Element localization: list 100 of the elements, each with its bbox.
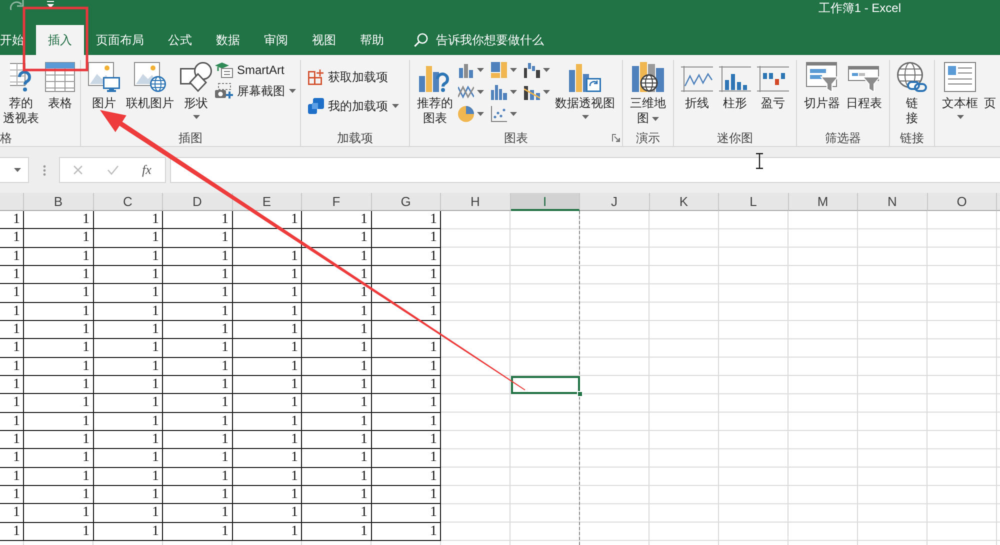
column-header[interactable]: B <box>24 193 94 211</box>
sheet-cell: 1 <box>0 468 24 486</box>
win-loss-icon <box>757 66 789 92</box>
insert-function-button[interactable]: fx <box>140 162 154 178</box>
search-field[interactable]: 告诉我你想要做什么 <box>436 31 558 49</box>
timeline-button[interactable]: 日程表 <box>843 60 885 129</box>
sheet-cell: 1 <box>372 430 441 450</box>
scatter-chart-button[interactable] <box>491 105 517 122</box>
my-add-ins-button[interactable]: 我的加载项 <box>308 95 399 117</box>
waterfall-chart-button[interactable] <box>524 61 550 78</box>
shapes-button[interactable]: 形状 <box>177 60 215 129</box>
sheet-cell: 1 <box>372 394 441 413</box>
sheet-cell: 1 <box>94 412 163 431</box>
sheet-cell: 1 <box>163 284 232 303</box>
active-cell[interactable] <box>510 376 580 394</box>
sheet-cell: 1 <box>302 486 372 504</box>
ribbon-tab[interactable]: 开始 <box>0 25 36 55</box>
group-label: 格 <box>0 130 12 144</box>
pie-chart-button[interactable] <box>458 105 484 122</box>
win-loss-button[interactable]: 盈亏 <box>754 60 792 129</box>
column-header[interactable]: H <box>441 193 510 211</box>
column-header[interactable]: C <box>94 193 163 211</box>
redo-icon[interactable] <box>9 0 25 10</box>
dialog-launcher-icon[interactable] <box>612 134 620 142</box>
fill-handle[interactable] <box>577 391 583 398</box>
histogram-chart-icon <box>491 84 507 100</box>
table-button[interactable]: 表格 <box>42 60 78 129</box>
sheet-cell: 1 <box>24 376 94 394</box>
sheet-cell: 1 <box>0 504 24 523</box>
column-header[interactable]: J <box>580 193 650 211</box>
sheet-cell: 1 <box>302 211 372 230</box>
sheet-cell: 1 <box>232 430 302 450</box>
column-chart-button[interactable] <box>458 61 484 78</box>
column-header[interactable]: M <box>788 193 858 211</box>
sheet-cell: 1 <box>232 412 302 431</box>
smartart-icon <box>215 62 233 78</box>
ribbon-tab[interactable]: 审阅 <box>252 25 300 55</box>
sheet-cell: 1 <box>372 468 441 486</box>
sheet-cell: 1 <box>24 486 94 504</box>
sheet-cell: 1 <box>24 248 94 266</box>
scatter-chart-icon <box>491 106 507 122</box>
smartart-button[interactable]: SmartArt <box>215 60 296 80</box>
treemap-chart-button[interactable] <box>491 61 517 78</box>
sheet-cell: 1 <box>372 504 441 523</box>
caret-icon <box>477 112 484 116</box>
sheet-cell: 1 <box>232 504 302 523</box>
link-button[interactable]: 链 接 <box>894 60 930 129</box>
slicer-button[interactable]: 切片器 <box>801 60 843 129</box>
sheet-cell: 1 <box>94 430 163 450</box>
statistic-chart-button[interactable] <box>491 83 517 100</box>
header-button[interactable]: 页 <box>981 60 999 129</box>
3d-map-button[interactable]: 三维地 图 <box>627 60 669 129</box>
sheet-cell: 1 <box>163 211 232 230</box>
ribbon-tab[interactable]: 公式 <box>156 25 204 55</box>
pivot-chart-button[interactable]: 数据透视图 <box>552 60 618 129</box>
table-question-icon <box>10 62 32 92</box>
column-header[interactable]: G <box>372 193 441 211</box>
sheet-cell: 1 <box>163 248 232 266</box>
sheet-cell: 1 <box>0 211 24 230</box>
get-add-ins-button[interactable]: 获取加载项 <box>308 66 399 88</box>
line-sparkline-button[interactable]: 折线 <box>678 60 716 129</box>
grip-icon <box>43 165 46 176</box>
combo-chart-button[interactable] <box>524 83 550 100</box>
ribbon-tab[interactable]: 视图 <box>300 25 348 55</box>
column-header[interactable]: N <box>858 193 928 211</box>
recommended-pivot-button[interactable]: 荐的 透视表 <box>0 60 42 129</box>
sheet-cell: 1 <box>372 248 441 266</box>
picture-globe-icon <box>134 62 166 92</box>
text-box-button[interactable]: 文本框 <box>939 60 981 129</box>
table-icon <box>45 62 75 92</box>
sheet-cell: 1 <box>24 302 94 321</box>
column-header[interactable]: D <box>163 193 232 211</box>
column-header[interactable]: I <box>510 193 580 211</box>
globe-bars-icon <box>632 62 664 92</box>
ribbon-tab[interactable]: 数据 <box>204 25 252 55</box>
shapes-icon <box>180 62 212 92</box>
customize-caret-icon[interactable] <box>47 0 54 8</box>
ribbon-tab[interactable]: 页面布局 <box>84 25 156 55</box>
column-header[interactable]: E <box>232 193 302 211</box>
column-header[interactable]: F <box>302 193 372 211</box>
ribbon-tab[interactable]: 帮助 <box>348 25 396 55</box>
line-chart-button[interactable] <box>458 83 484 100</box>
sheet-cell: 1 <box>0 522 24 541</box>
sheet-cell: 1 <box>372 339 441 358</box>
column-header[interactable]: O <box>928 193 997 211</box>
online-pictures-button[interactable]: 联机图片 <box>123 60 177 129</box>
sheet-cell: 1 <box>372 266 441 284</box>
sheet-cell: 1 <box>372 284 441 303</box>
sheet-cell: 1 <box>94 486 163 504</box>
sheet-cell: 1 <box>163 376 232 394</box>
column-sparkline-button[interactable]: 柱形 <box>716 60 754 129</box>
screenshot-button[interactable]: 屏幕截图 <box>215 81 296 101</box>
recommended-charts-button[interactable]: 推荐的 图表 <box>414 60 456 129</box>
sheet-cell: 1 <box>94 266 163 284</box>
column-header[interactable]: K <box>650 193 719 211</box>
sheet-cell: 1 <box>302 430 372 450</box>
caret-icon <box>543 90 550 94</box>
column-header[interactable]: L <box>719 193 788 211</box>
ribbon-tab[interactable]: 插入 <box>36 25 84 55</box>
formula-input[interactable] <box>170 157 1000 183</box>
